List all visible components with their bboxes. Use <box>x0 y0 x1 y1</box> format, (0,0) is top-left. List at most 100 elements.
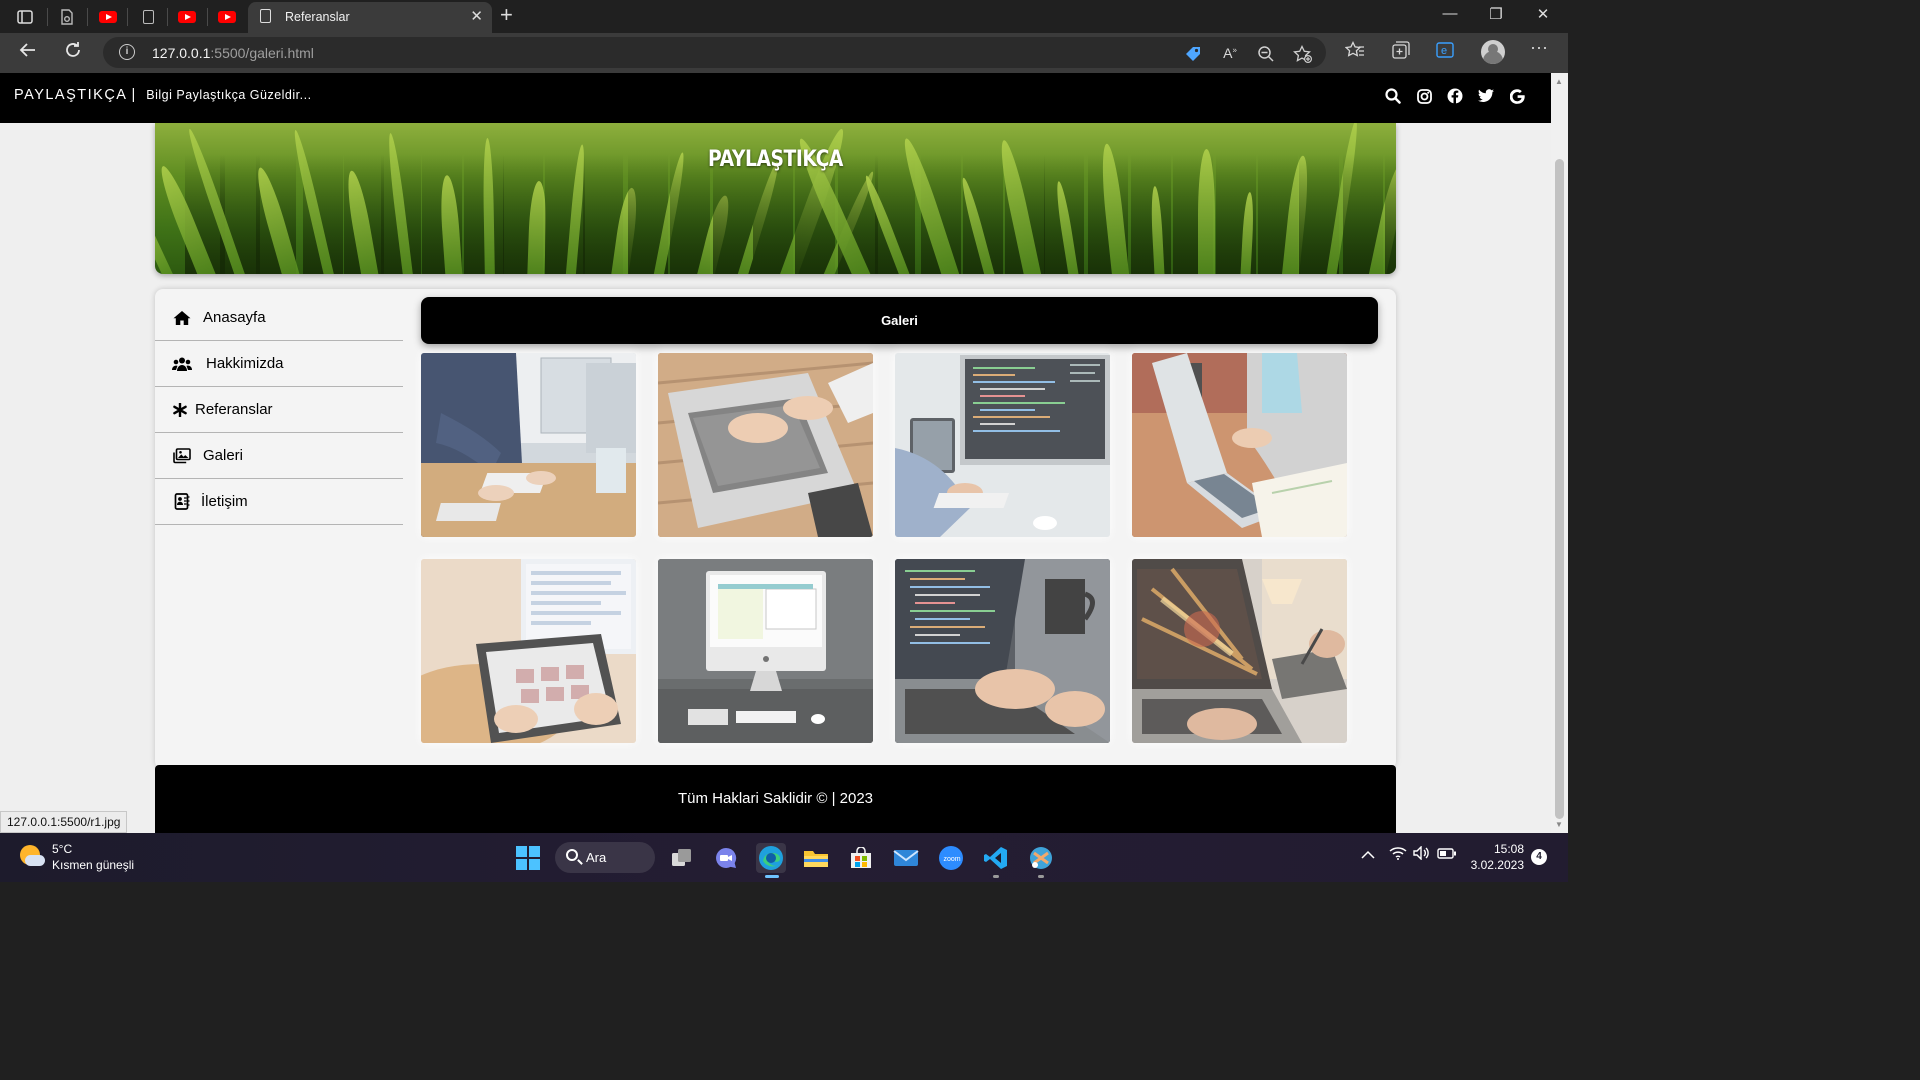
workspaces-icon[interactable] <box>14 6 36 28</box>
scroll-down-arrow[interactable]: ▼ <box>1555 820 1563 829</box>
restore-button[interactable]: ❐ <box>1473 5 1519 23</box>
link-status-bubble: 127.0.0.1:5500/r1.jpg <box>0 811 128 833</box>
tab-youtube-1[interactable] <box>97 6 119 28</box>
edge-ie-mode-icon[interactable]: e <box>1434 41 1456 64</box>
system-clock[interactable]: 15:08 3.02.2023 <box>1468 841 1524 873</box>
sidebar-item-referanslar[interactable]: Referanslar <box>155 387 403 433</box>
minimize-button[interactable]: — <box>1427 5 1473 22</box>
back-button[interactable] <box>15 41 41 64</box>
mail-button[interactable] <box>891 843 921 873</box>
teams-chat-button[interactable] <box>711 843 741 873</box>
web-viewport: PAYLAŞTIKÇA | Bilgi Paylaştıkça Güzeldir.… <box>0 73 1551 833</box>
edge-taskbar-button[interactable] <box>756 843 786 878</box>
tab-youtube-3[interactable] <box>216 6 238 28</box>
brand-name: PAYLAŞTIKÇA <box>14 87 128 103</box>
gallery-image-4[interactable] <box>1132 353 1347 537</box>
file-explorer-button[interactable] <box>801 843 831 873</box>
site-navbar: PAYLAŞTIKÇA | Bilgi Paylaştıkça Güzeldir.… <box>0 73 1551 123</box>
volume-icon[interactable] <box>1413 845 1431 863</box>
wifi-icon[interactable] <box>1389 846 1407 863</box>
scroll-up-arrow[interactable]: ▲ <box>1555 77 1563 86</box>
sidebar-item-label: Anasayfa <box>203 309 266 326</box>
tab-pinned-settings[interactable] <box>56 6 78 28</box>
gallery-image-6[interactable] <box>658 559 873 743</box>
tab-youtube-2[interactable] <box>176 6 198 28</box>
snipping-tool-button[interactable] <box>1026 843 1056 878</box>
google-icon[interactable] <box>1506 85 1528 107</box>
favorites-icon[interactable] <box>1344 40 1366 64</box>
grass-shadow <box>220 154 260 274</box>
tab-separator <box>47 8 48 26</box>
refresh-button[interactable] <box>60 41 86 64</box>
tab-separator <box>207 8 208 26</box>
microsoft-store-button[interactable] <box>846 843 876 873</box>
weather-partly-sunny-icon[interactable] <box>20 845 45 869</box>
microsoft-store-icon <box>851 847 871 868</box>
site-brand[interactable]: PAYLAŞTIKÇA | Bilgi Paylaştıkça Güzeldir.… <box>14 87 312 103</box>
close-window-button[interactable]: ✕ <box>1520 5 1566 23</box>
profile-avatar[interactable] <box>1481 40 1505 64</box>
section-title: Galeri <box>881 313 918 328</box>
zoom-icon: zoom <box>939 846 963 870</box>
search-label: Ara <box>586 850 607 865</box>
scrollbar-thumb[interactable] <box>1555 159 1564 819</box>
task-view-button[interactable] <box>667 843 697 873</box>
tab-close-icon[interactable]: ✕ <box>470 7 483 25</box>
zoom-out-icon[interactable] <box>1255 45 1277 68</box>
sidebar-item-galeri[interactable]: Galeri <box>155 433 403 479</box>
read-aloud-icon[interactable]: A» <box>1219 45 1241 61</box>
tab-separator <box>87 8 88 26</box>
collections-icon[interactable] <box>1389 41 1411 64</box>
url-host: 127.0.0.1 <box>152 45 211 61</box>
site-footer: Tüm Haklari Saklidir © | 2023 <box>155 765 1396 833</box>
zoom-button[interactable]: zoom <box>936 843 966 873</box>
instagram-icon[interactable] <box>1413 85 1435 107</box>
gallery-image-7[interactable] <box>895 559 1110 743</box>
facebook-icon[interactable] <box>1444 85 1466 107</box>
edge-browser-icon <box>759 846 783 870</box>
tab-separator <box>127 8 128 26</box>
search-icon[interactable] <box>1382 85 1404 107</box>
clock-time: 15:08 <box>1493 842 1524 856</box>
notification-badge[interactable]: 4 <box>1531 849 1547 865</box>
vscode-button[interactable] <box>981 843 1011 878</box>
gallery-image-2[interactable] <box>658 353 873 537</box>
section-header-galeri: Galeri <box>421 297 1378 344</box>
taskbar-search[interactable]: Ara <box>555 842 655 873</box>
twitter-icon[interactable] <box>1475 85 1497 107</box>
new-tab-button[interactable]: + <box>500 4 513 26</box>
site-info-icon[interactable]: i <box>119 44 135 60</box>
add-favorite-icon[interactable] <box>1292 44 1314 68</box>
snipping-tool-icon <box>1030 847 1052 869</box>
gallery-image-8[interactable] <box>1132 559 1347 743</box>
address-bar[interactable]: i 127.0.0.1:5500/galeri.html A» <box>103 37 1326 68</box>
battery-icon[interactable] <box>1437 846 1457 863</box>
gallery-image-5[interactable] <box>421 559 636 743</box>
tab-blank-page[interactable] <box>137 6 159 28</box>
teams-chat-icon <box>716 847 737 868</box>
gallery-image-1[interactable] <box>421 353 636 537</box>
sidebar-item-iletisim[interactable]: İletişim <box>155 479 403 525</box>
task-view-icon <box>672 849 691 866</box>
sidebar-item-label: Galeri <box>203 447 244 464</box>
coupon-tag-icon[interactable] <box>1182 45 1204 68</box>
contact-card-icon <box>172 493 192 511</box>
show-hidden-icons-chevron[interactable] <box>1361 847 1375 863</box>
more-menu-icon[interactable]: ··· <box>1528 37 1550 58</box>
sidebar-item-hakkimizda[interactable]: Hakkimizda <box>155 341 403 387</box>
running-app-indicator <box>1038 875 1044 878</box>
image-overlay <box>895 559 1110 743</box>
weather-temperature[interactable]: 5°C <box>52 842 72 856</box>
start-button[interactable] <box>513 843 543 873</box>
back-arrow-icon <box>19 43 35 57</box>
image-overlay <box>658 353 873 537</box>
images-icon <box>172 447 192 465</box>
clock-date: 3.02.2023 <box>1470 858 1524 872</box>
search-icon <box>566 849 578 861</box>
tab-active[interactable]: Referanslar ✕ <box>248 2 492 33</box>
page-scrollbar[interactable]: ▲ ▼ <box>1551 73 1568 833</box>
weather-description[interactable]: Kısmen güneşli <box>52 858 134 872</box>
gallery-image-3[interactable] <box>895 353 1110 537</box>
grass-shadow <box>1385 154 1396 274</box>
sidebar-item-anasayfa[interactable]: Anasayfa <box>155 295 403 341</box>
